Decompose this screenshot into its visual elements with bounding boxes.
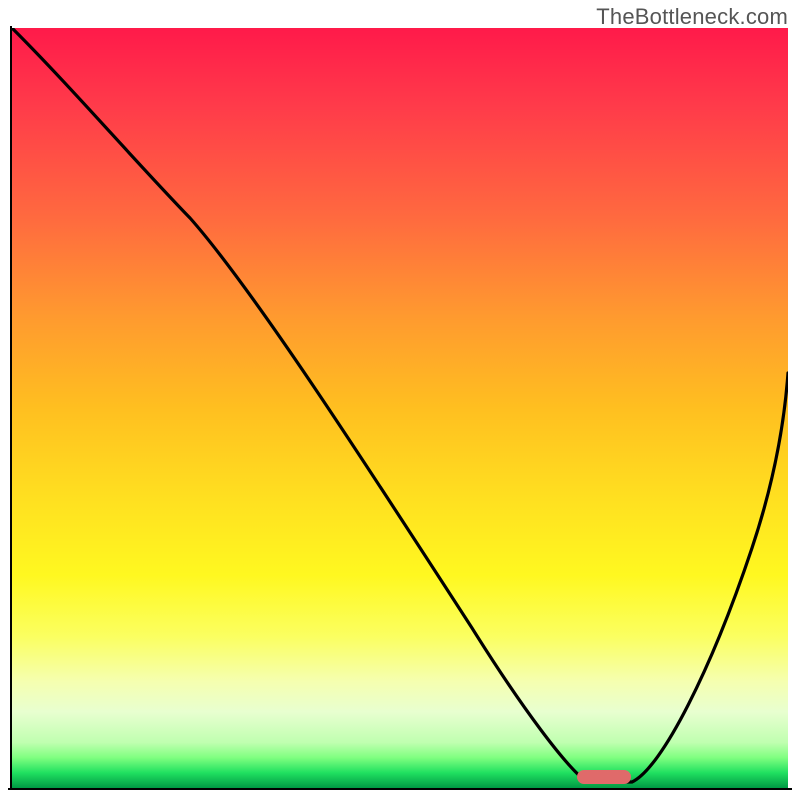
- chart-container: TheBottleneck.com: [0, 0, 800, 800]
- watermark-text: TheBottleneck.com: [596, 4, 788, 30]
- curve-path: [12, 28, 788, 782]
- x-axis: [8, 788, 792, 790]
- optimal-marker: [577, 770, 631, 784]
- bottleneck-curve: [12, 28, 788, 788]
- plot-area: [12, 28, 788, 788]
- y-axis: [10, 26, 12, 790]
